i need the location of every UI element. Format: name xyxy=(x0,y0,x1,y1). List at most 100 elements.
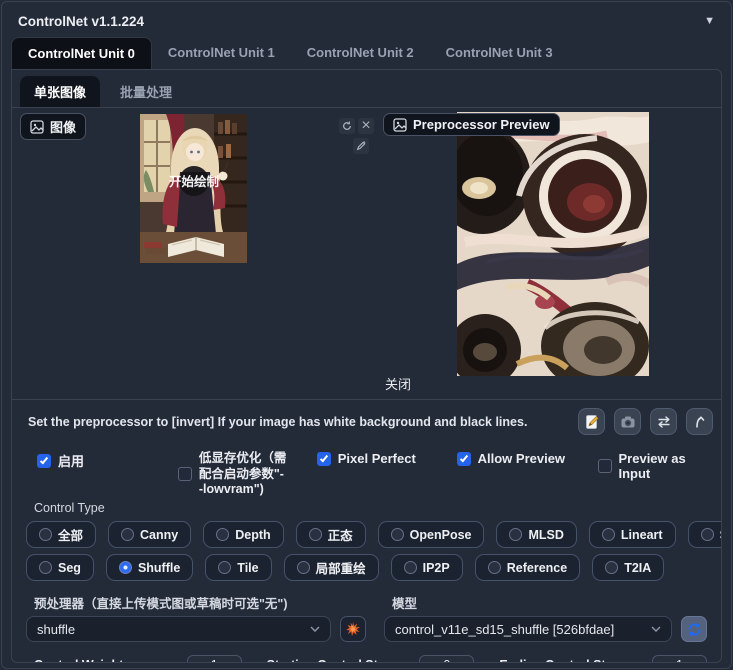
control-type-seg[interactable]: Seg xyxy=(26,554,94,581)
radio-icon xyxy=(601,528,615,541)
allow-preview-checkbox[interactable]: Allow Preview xyxy=(456,451,598,466)
preprocessor-value: shuffle xyxy=(37,621,76,637)
control-type-label: Control Type xyxy=(34,501,105,515)
svg-text:开始绘制: 开始绘制 xyxy=(169,174,219,189)
control-weight-group: Control Weight xyxy=(26,655,242,662)
starting-step-input[interactable] xyxy=(419,655,475,662)
radio-icon xyxy=(118,561,132,574)
collapse-icon[interactable]: ▼ xyxy=(704,15,715,27)
tab-unit-0[interactable]: ControlNet Unit 0 xyxy=(11,37,152,69)
mode-subtabs: 单张图像 批量处理 xyxy=(12,70,721,108)
control-type-normal[interactable]: 正态 xyxy=(295,521,366,548)
webcam-icon xyxy=(621,416,634,427)
radio-icon xyxy=(605,561,619,574)
close-preview-button[interactable]: 关闭 xyxy=(358,374,438,393)
lowvram-checkbox[interactable]: 低显存优化（需配合启动参数"--lowvram") xyxy=(177,451,317,498)
preprocessor-preview-image[interactable] xyxy=(457,112,649,376)
mirror-webcam-button[interactable] xyxy=(650,408,677,435)
control-type-shuffle[interactable]: Shuffle xyxy=(105,554,194,581)
boom-icon xyxy=(346,622,360,636)
check-icon xyxy=(459,453,468,462)
tab-label: ControlNet Unit 3 xyxy=(445,45,553,60)
tab-unit-3[interactable]: ControlNet Unit 3 xyxy=(430,37,569,69)
run-preprocessor-button[interactable] xyxy=(340,616,366,642)
tab-unit-1[interactable]: ControlNet Unit 1 xyxy=(152,37,291,69)
radio-icon xyxy=(487,561,501,574)
control-type-row-2: Seg Shuffle Tile 局部重绘 IP2P Reference T2I… xyxy=(26,554,707,581)
control-type-canny[interactable]: Canny xyxy=(108,521,192,548)
tab-unit-2[interactable]: ControlNet Unit 2 xyxy=(291,37,430,69)
control-type-row-1: 全部 Canny Depth 正态 OpenPose MLSD Lineart … xyxy=(26,521,721,548)
check-icon xyxy=(39,455,49,464)
chevron-down-icon xyxy=(310,626,320,632)
send-dimensions-icon xyxy=(695,415,704,428)
checkbox-label: 低显存优化（需配合启动参数"--lowvram") xyxy=(198,451,287,497)
accordion-title: ControlNet v1.1.224 xyxy=(18,13,145,29)
image-label-text: 图像 xyxy=(50,120,77,135)
preprocessor-select[interactable]: shuffle xyxy=(26,616,331,642)
control-weight-input[interactable] xyxy=(186,655,242,662)
refresh-models-button[interactable] xyxy=(681,616,707,642)
control-type-mlsd[interactable]: MLSD xyxy=(496,521,577,548)
radio-icon xyxy=(121,528,135,541)
model-group: 模型 control_v11e_sd15_shuffle [526bfdae] xyxy=(384,593,707,642)
mirror-webcam-icon xyxy=(657,415,670,428)
refresh-icon xyxy=(687,622,701,636)
tab-label: ControlNet Unit 0 xyxy=(28,46,135,61)
checkbox-box xyxy=(37,453,51,468)
control-type-tile[interactable]: Tile xyxy=(205,554,272,581)
control-type-t2ia[interactable]: T2IA xyxy=(592,554,665,581)
control-type-section: Control Type 全部 Canny Depth 正态 OpenPose … xyxy=(12,501,721,581)
options-row: 启用 低显存优化（需配合启动参数"--lowvram") Pixel Perfe… xyxy=(12,451,721,499)
control-type-ip2p[interactable]: IP2P xyxy=(390,554,463,581)
chevron-down-icon xyxy=(651,626,661,632)
clear-image-icon[interactable]: × xyxy=(358,117,374,134)
subtab-single-image[interactable]: 单张图像 xyxy=(20,76,101,107)
checkbox-box xyxy=(177,467,192,482)
edit-image-icon[interactable] xyxy=(353,138,369,154)
checkbox-label: Allow Preview xyxy=(477,451,566,466)
send-dimensions-button[interactable] xyxy=(686,408,713,435)
control-type-openpose[interactable]: OpenPose xyxy=(377,521,485,548)
accordion-header[interactable]: ControlNet v1.1.224 ▼ xyxy=(11,10,722,32)
image-component-label: 图像 xyxy=(20,113,87,140)
invert-hint-text: Set the preprocessor to [invert] If your… xyxy=(28,414,528,429)
control-type-reference[interactable]: Reference xyxy=(474,554,581,581)
checkbox-box xyxy=(316,451,331,466)
enable-checkbox[interactable]: 启用 xyxy=(37,451,178,470)
starting-step-group: Starting Control Step xyxy=(259,655,475,662)
tab-label: ControlNet Unit 1 xyxy=(167,45,275,60)
image-icon xyxy=(30,119,44,134)
control-type-inpaint[interactable]: 局部重绘 xyxy=(283,554,379,581)
image-mini-toolbar: × xyxy=(339,117,374,134)
preview-as-input-checkbox[interactable]: Preview as Input xyxy=(597,451,721,481)
model-select[interactable]: control_v11e_sd15_shuffle [526bfdae] xyxy=(384,616,672,642)
subtab-label: 单张图像 xyxy=(34,85,87,100)
radio-icon xyxy=(218,561,232,574)
ending-step-input[interactable] xyxy=(652,655,708,662)
checkbox-box xyxy=(597,459,612,473)
unit-tabs: ControlNet Unit 0 ControlNet Unit 1 Cont… xyxy=(11,37,722,69)
radio-icon xyxy=(700,528,714,541)
pixel-perfect-checkbox[interactable]: Pixel Perfect xyxy=(316,451,457,466)
control-type-lineart[interactable]: Lineart xyxy=(588,521,676,548)
control-type-depth[interactable]: Depth xyxy=(203,521,284,548)
ending-step-label: Ending Control Step xyxy=(499,658,620,662)
checkbox-label: Preview as Input xyxy=(618,451,686,481)
starting-step-label: Starting Control Step xyxy=(267,658,393,662)
source-image[interactable]: 开始绘制 xyxy=(140,114,247,263)
undo-icon[interactable] xyxy=(339,118,355,134)
preview-label-text: Preprocessor Preview xyxy=(413,117,550,132)
model-value: control_v11e_sd15_shuffle [526bfdae] xyxy=(395,621,615,637)
subtab-batch[interactable]: 批量处理 xyxy=(106,76,186,107)
radio-icon xyxy=(39,561,52,574)
control-type-all[interactable]: 全部 xyxy=(26,521,97,548)
control-type-softedge[interactable]: SoftEdge xyxy=(687,521,721,548)
new-canvas-button[interactable] xyxy=(578,408,605,435)
ending-step-group: Ending Control Step xyxy=(491,655,708,662)
webcam-button[interactable] xyxy=(614,408,641,435)
preprocessor-label: 预处理器（直接上传模式图或草稿时可选"无") xyxy=(34,597,288,611)
subtab-label: 批量处理 xyxy=(120,85,173,100)
radio-icon xyxy=(39,528,52,541)
radio-icon xyxy=(403,561,417,574)
